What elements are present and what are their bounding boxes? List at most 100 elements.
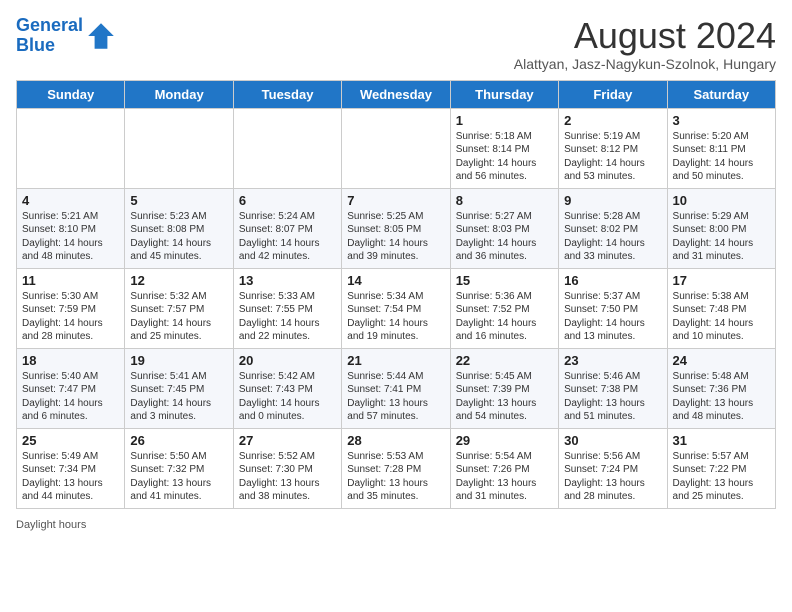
- calendar-cell: 30 Sunrise: 5:56 AM Sunset: 7:24 PM Dayli…: [559, 428, 667, 508]
- day-number: 13: [239, 273, 336, 288]
- day-info: Sunrise: 5:18 AM Sunset: 8:14 PM Dayligh…: [456, 130, 553, 184]
- week-row-3: 11Sunrise: 5:30 AM Sunset: 7:59 PM Dayli…: [17, 268, 776, 348]
- calendar-cell: [342, 108, 450, 188]
- calendar-cell: 23 Sunrise: 5:46 AM Sunset: 7:38 PM Dayli…: [559, 348, 667, 428]
- day-number: 3: [673, 113, 770, 128]
- day-number: 31: [673, 433, 770, 448]
- day-info: Sunrise: 5:33 AM Sunset: 7:55 PM Dayligh…: [239, 290, 336, 344]
- week-row-4: 18 Sunrise: 5:40 AM Sunset: 7:47 PM Dayli…: [17, 348, 776, 428]
- calendar-cell: 24Sunrise: 5:48 AM Sunset: 7:36 PM Dayli…: [667, 348, 775, 428]
- day-info: Sunrise: 5:19 AM Sunset: 8:12 PM Dayligh…: [564, 130, 661, 184]
- day-info: Sunrise: 5:42 AM Sunset: 7:43 PM Dayligh…: [239, 370, 336, 424]
- calendar-cell: [125, 108, 233, 188]
- day-info: Sunrise: 5:48 AM Sunset: 7:36 PM Dayligh…: [673, 370, 770, 424]
- calendar-cell: 14 Sunrise: 5:34 AM Sunset: 7:54 PM Dayli…: [342, 268, 450, 348]
- day-number: 20: [239, 353, 336, 368]
- weekday-header-friday: Friday: [559, 80, 667, 108]
- day-number: 10: [673, 193, 770, 208]
- day-info: Sunrise: 5:53 AM Sunset: 7:28 PM Dayligh…: [347, 450, 444, 504]
- day-number: 26: [130, 433, 227, 448]
- weekday-header-row: SundayMondayTuesdayWednesdayThursdayFrid…: [17, 80, 776, 108]
- weekday-header-sunday: Sunday: [17, 80, 125, 108]
- daylight-label: Daylight hours: [16, 519, 86, 531]
- calendar-cell: 25Sunrise: 5:49 AM Sunset: 7:34 PM Dayli…: [17, 428, 125, 508]
- day-info: Sunrise: 5:50 AM Sunset: 7:32 PM Dayligh…: [130, 450, 227, 504]
- weekday-header-saturday: Saturday: [667, 80, 775, 108]
- weekday-header-thursday: Thursday: [450, 80, 558, 108]
- day-number: 4: [22, 193, 119, 208]
- day-number: 18: [22, 353, 119, 368]
- calendar-cell: 3 Sunrise: 5:20 AM Sunset: 8:11 PM Daylig…: [667, 108, 775, 188]
- day-info: Sunrise: 5:54 AM Sunset: 7:26 PM Dayligh…: [456, 450, 553, 504]
- day-info: Sunrise: 5:21 AM Sunset: 8:10 PM Dayligh…: [22, 210, 119, 264]
- calendar-body: 1 Sunrise: 5:18 AM Sunset: 8:14 PM Daylig…: [17, 108, 776, 508]
- calendar-cell: 8Sunrise: 5:27 AM Sunset: 8:03 PM Daylig…: [450, 188, 558, 268]
- day-info: Sunrise: 5:20 AM Sunset: 8:11 PM Dayligh…: [673, 130, 770, 184]
- calendar-cell: 12Sunrise: 5:32 AM Sunset: 7:57 PM Dayli…: [125, 268, 233, 348]
- weekday-header-wednesday: Wednesday: [342, 80, 450, 108]
- day-info: Sunrise: 5:41 AM Sunset: 7:45 PM Dayligh…: [130, 370, 227, 424]
- day-number: 15: [456, 273, 553, 288]
- day-info: Sunrise: 5:49 AM Sunset: 7:34 PM Dayligh…: [22, 450, 119, 504]
- day-number: 5: [130, 193, 227, 208]
- day-info: Sunrise: 5:28 AM Sunset: 8:02 PM Dayligh…: [564, 210, 661, 264]
- day-number: 27: [239, 433, 336, 448]
- day-number: 19: [130, 353, 227, 368]
- day-number: 6: [239, 193, 336, 208]
- calendar-cell: 9Sunrise: 5:28 AM Sunset: 8:02 PM Daylig…: [559, 188, 667, 268]
- day-number: 2: [564, 113, 661, 128]
- day-number: 7: [347, 193, 444, 208]
- day-info: Sunrise: 5:32 AM Sunset: 7:57 PM Dayligh…: [130, 290, 227, 344]
- day-info: Sunrise: 5:40 AM Sunset: 7:47 PM Dayligh…: [22, 370, 119, 424]
- day-number: 21: [347, 353, 444, 368]
- calendar-cell: 11Sunrise: 5:30 AM Sunset: 7:59 PM Dayli…: [17, 268, 125, 348]
- day-info: Sunrise: 5:34 AM Sunset: 7:54 PM Dayligh…: [347, 290, 444, 344]
- subtitle: Alattyan, Jasz-Nagykun-Szolnok, Hungary: [514, 56, 776, 72]
- calendar-table: SundayMondayTuesdayWednesdayThursdayFrid…: [16, 80, 776, 509]
- day-number: 17: [673, 273, 770, 288]
- calendar-cell: 26 Sunrise: 5:50 AM Sunset: 7:32 PM Dayli…: [125, 428, 233, 508]
- day-number: 14: [347, 273, 444, 288]
- day-info: Sunrise: 5:44 AM Sunset: 7:41 PM Dayligh…: [347, 370, 444, 424]
- day-number: 8: [456, 193, 553, 208]
- day-number: 28: [347, 433, 444, 448]
- calendar-cell: [17, 108, 125, 188]
- day-info: Sunrise: 5:56 AM Sunset: 7:24 PM Dayligh…: [564, 450, 661, 504]
- day-info: Sunrise: 5:24 AM Sunset: 8:07 PM Dayligh…: [239, 210, 336, 264]
- day-info: Sunrise: 5:25 AM Sunset: 8:05 PM Dayligh…: [347, 210, 444, 264]
- day-info: Sunrise: 5:30 AM Sunset: 7:59 PM Dayligh…: [22, 290, 119, 344]
- day-number: 22: [456, 353, 553, 368]
- calendar-cell: 4 Sunrise: 5:21 AM Sunset: 8:10 PM Daylig…: [17, 188, 125, 268]
- weekday-header-tuesday: Tuesday: [233, 80, 341, 108]
- logo-icon: [85, 20, 117, 52]
- footer: Daylight hours: [16, 515, 776, 533]
- header: General Blue August 2024 Alattyan, Jasz-…: [16, 16, 776, 72]
- calendar-cell: 7 Sunrise: 5:25 AM Sunset: 8:05 PM Daylig…: [342, 188, 450, 268]
- calendar-cell: 17 Sunrise: 5:38 AM Sunset: 7:48 PM Dayli…: [667, 268, 775, 348]
- day-info: Sunrise: 5:46 AM Sunset: 7:38 PM Dayligh…: [564, 370, 661, 424]
- day-number: 30: [564, 433, 661, 448]
- calendar-cell: 6 Sunrise: 5:24 AM Sunset: 8:07 PM Daylig…: [233, 188, 341, 268]
- day-info: Sunrise: 5:45 AM Sunset: 7:39 PM Dayligh…: [456, 370, 553, 424]
- calendar-cell: 20 Sunrise: 5:42 AM Sunset: 7:43 PM Dayli…: [233, 348, 341, 428]
- calendar-cell: 28 Sunrise: 5:53 AM Sunset: 7:28 PM Dayli…: [342, 428, 450, 508]
- calendar-cell: 15 Sunrise: 5:36 AM Sunset: 7:52 PM Dayli…: [450, 268, 558, 348]
- calendar-cell: 21 Sunrise: 5:44 AM Sunset: 7:41 PM Dayli…: [342, 348, 450, 428]
- logo-text: General Blue: [16, 16, 83, 56]
- day-info: Sunrise: 5:52 AM Sunset: 7:30 PM Dayligh…: [239, 450, 336, 504]
- day-info: Sunrise: 5:38 AM Sunset: 7:48 PM Dayligh…: [673, 290, 770, 344]
- day-number: 1: [456, 113, 553, 128]
- calendar-cell: 19 Sunrise: 5:41 AM Sunset: 7:45 PM Dayli…: [125, 348, 233, 428]
- calendar-cell: 16Sunrise: 5:37 AM Sunset: 7:50 PM Dayli…: [559, 268, 667, 348]
- day-number: 23: [564, 353, 661, 368]
- calendar-cell: 10 Sunrise: 5:29 AM Sunset: 8:00 PM Dayli…: [667, 188, 775, 268]
- calendar-cell: 5 Sunrise: 5:23 AM Sunset: 8:08 PM Daylig…: [125, 188, 233, 268]
- week-row-2: 4 Sunrise: 5:21 AM Sunset: 8:10 PM Daylig…: [17, 188, 776, 268]
- day-number: 29: [456, 433, 553, 448]
- logo: General Blue: [16, 16, 117, 56]
- day-info: Sunrise: 5:36 AM Sunset: 7:52 PM Dayligh…: [456, 290, 553, 344]
- day-info: Sunrise: 5:23 AM Sunset: 8:08 PM Dayligh…: [130, 210, 227, 264]
- day-number: 16: [564, 273, 661, 288]
- day-info: Sunrise: 5:29 AM Sunset: 8:00 PM Dayligh…: [673, 210, 770, 264]
- calendar-cell: 29 Sunrise: 5:54 AM Sunset: 7:26 PM Dayli…: [450, 428, 558, 508]
